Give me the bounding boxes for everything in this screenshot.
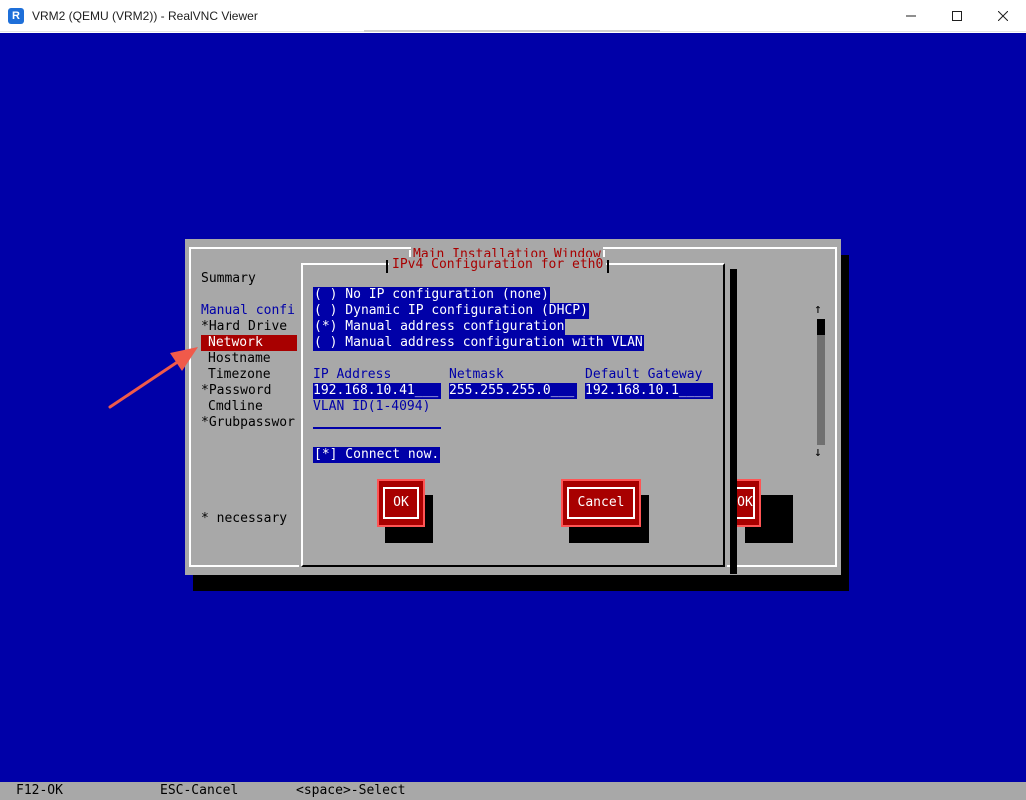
window-title: VRM2 (QEMU (VRM2)) - RealVNC Viewer bbox=[32, 9, 258, 23]
toolbar-handle[interactable] bbox=[364, 28, 660, 32]
vnc-screen[interactable]: Main Installation Window Summary Manual … bbox=[0, 33, 1026, 800]
close-button[interactable] bbox=[980, 0, 1026, 31]
close-icon bbox=[998, 10, 1008, 21]
annotation-arrow-icon bbox=[108, 347, 198, 409]
window-titlebar: R VRM2 (QEMU (VRM2)) - RealVNC Viewer bbox=[0, 0, 1026, 32]
maximize-button[interactable] bbox=[934, 0, 980, 31]
realvnc-logo-icon: R bbox=[8, 8, 24, 24]
minimize-button[interactable] bbox=[888, 0, 934, 31]
minimize-icon bbox=[906, 15, 916, 16]
maximize-icon bbox=[952, 10, 962, 21]
